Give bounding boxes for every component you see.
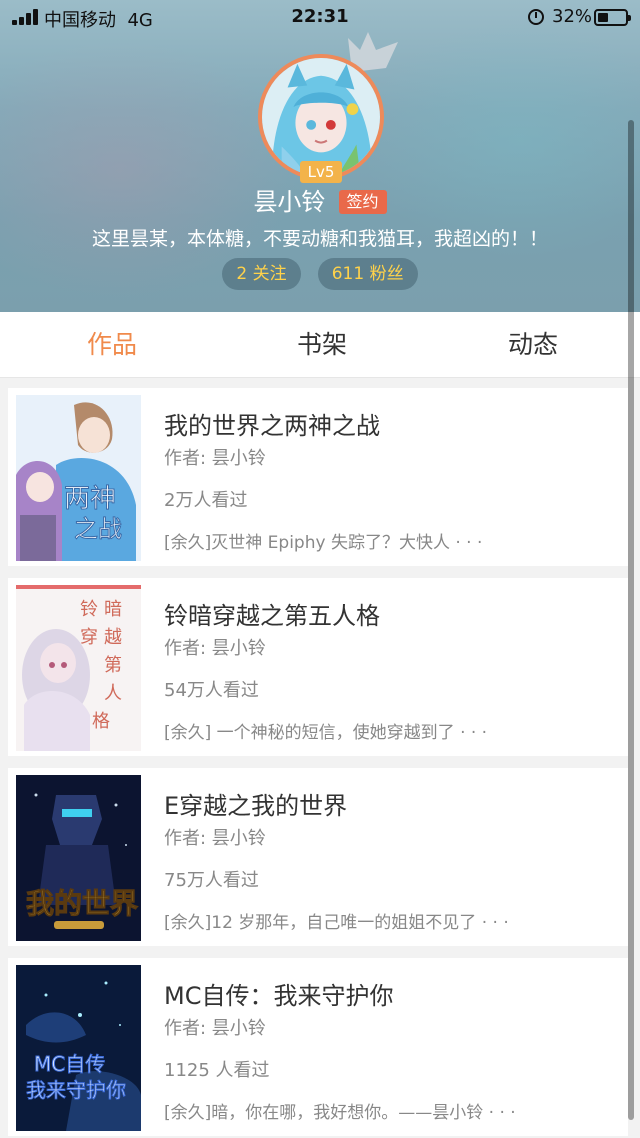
user-row: 昙小铃 签约 xyxy=(0,186,640,218)
status-bar: 中国移动 4G 22:31 32% xyxy=(0,0,640,34)
svg-text:我的世界: 我的世界 xyxy=(26,887,138,920)
book-description: [余久] 一个神秘的短信，使她穿越到了 · · · xyxy=(164,723,488,743)
book-views: 54万人看过 xyxy=(164,680,259,701)
clock: 22:31 xyxy=(291,6,349,27)
battery-percent: 32% xyxy=(552,6,593,27)
book-views: 1125 人看过 xyxy=(164,1060,270,1081)
svg-text:格: 格 xyxy=(92,711,110,732)
user-bio: 这里昙某，本体糖，不要动糖和我猫耳，我超凶的！！ xyxy=(91,228,548,250)
level-badge: Lv5 xyxy=(300,161,342,183)
book-description: [余久]12 岁那年，自己唯一的姐姐不见了 · · · xyxy=(164,913,509,933)
svg-text:MC自传: MC自传 xyxy=(34,1052,105,1076)
svg-text:两神: 两神 xyxy=(64,484,116,514)
tab-bookshelf[interactable]: 书架 xyxy=(262,312,382,378)
book-cover[interactable]: 两神 之战 xyxy=(16,395,141,561)
book-author: 作者: 昙小铃 xyxy=(164,638,266,659)
tab-bar: 作品 书架 动态 xyxy=(0,312,640,378)
svg-text:铃: 铃 xyxy=(80,599,98,620)
book-author: 作者: 昙小铃 xyxy=(164,448,266,469)
profile-header: 中国移动 4G 22:31 32% Lv5 昙小铃 签约 这里昙某，本体糖，不要 xyxy=(0,0,640,312)
svg-text:穿: 穿 xyxy=(80,627,98,648)
book-title[interactable]: 我的世界之两神之战 xyxy=(164,406,380,441)
book-list: 两神 之战 我的世界之两神之战 作者: 昙小铃 2万人看过 [余久]灭世神 Ep… xyxy=(0,378,640,1138)
scrollbar[interactable] xyxy=(628,120,634,1120)
book-description: [余久]暗，你在哪，我好想你。——昙小铃 · · · xyxy=(164,1103,516,1123)
svg-text:人: 人 xyxy=(104,683,122,704)
username: 昙小铃 xyxy=(253,188,326,216)
battery-icon xyxy=(594,9,631,26)
book-title[interactable]: 铃暗穿越之第五人格 xyxy=(164,596,380,631)
book-card[interactable]: 我的世界 E穿越之我的世界 作者: 昙小铃 75万人看过 [余久]12 岁那年，… xyxy=(8,768,628,946)
following-button[interactable]: 2 关注 xyxy=(222,258,301,290)
book-author: 作者: 昙小铃 xyxy=(164,828,266,849)
book-cover[interactable]: 我的世界 xyxy=(16,775,141,941)
alarm-icon xyxy=(528,9,544,25)
svg-text:暗: 暗 xyxy=(104,599,122,620)
stats-row: 2 关注 611 粉丝 xyxy=(0,258,640,290)
book-description: [余久]灭世神 Epiphy 失踪了？大快人 · · · xyxy=(164,533,483,553)
book-views: 2万人看过 xyxy=(164,490,248,511)
book-author: 作者: 昙小铃 xyxy=(164,1018,266,1039)
svg-text:越: 越 xyxy=(104,627,122,648)
book-title[interactable]: E穿越之我的世界 xyxy=(164,786,347,821)
book-cover[interactable]: MC自传 我来守护你 xyxy=(16,965,141,1131)
svg-text:之战: 之战 xyxy=(74,515,122,543)
signed-badge: 签约 xyxy=(338,190,387,214)
book-card[interactable]: 铃 暗 穿 越 第 人 格 铃暗穿越之第五人格 作者: 昙小铃 54万人看过 [… xyxy=(8,578,628,756)
followers-button[interactable]: 611 粉丝 xyxy=(317,258,418,290)
avatar-image xyxy=(262,58,380,176)
tab-activity[interactable]: 动态 xyxy=(473,312,593,378)
svg-text:我来守护你: 我来守护你 xyxy=(26,1078,126,1102)
book-card[interactable]: MC自传 我来守护你 MC自传：我来守护你 作者: 昙小铃 1125 人看过 [… xyxy=(8,958,628,1136)
svg-text:第: 第 xyxy=(104,655,122,676)
book-cover[interactable]: 铃 暗 穿 越 第 人 格 xyxy=(16,585,141,751)
tab-works[interactable]: 作品 xyxy=(52,312,172,378)
book-views: 75万人看过 xyxy=(164,870,259,891)
book-card[interactable]: 两神 之战 我的世界之两神之战 作者: 昙小铃 2万人看过 [余久]灭世神 Ep… xyxy=(8,388,628,566)
book-title[interactable]: MC自传：我来守护你 xyxy=(164,976,393,1011)
